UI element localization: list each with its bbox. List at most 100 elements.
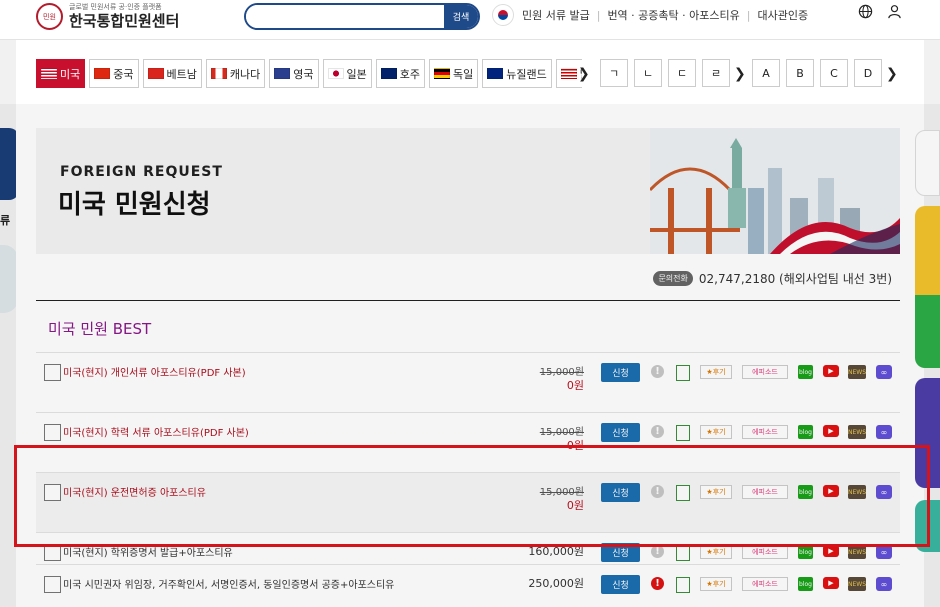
item-price: 0원 [566,379,584,392]
item-checkbox[interactable] [44,364,61,381]
episode-button[interactable]: 에피소드 [742,485,788,499]
nav-divider: | [596,8,601,22]
info-icon[interactable]: ! [651,485,664,498]
item-checkbox[interactable] [44,576,61,593]
link-icon[interactable]: ∞ [876,577,892,591]
letter-filter-g[interactable]: ㄱ [600,59,628,87]
youtube-icon[interactable]: ▶ [823,365,839,377]
news-icon[interactable]: NEWS [848,577,866,591]
letter-filter-c[interactable]: C [820,59,848,87]
search-input[interactable] [246,5,446,28]
item-checkbox[interactable] [44,424,61,441]
item-name[interactable]: 미국(현지) 운전면허증 아포스티유 [63,484,206,499]
germany-flag-icon [434,68,450,79]
best-list: 미국(현지) 개인서류 아포스티유(PDF 사본) 15,000원 0원 신청 … [36,352,900,594]
country-chip-usa[interactable]: 미국 [36,59,86,88]
item-checkbox[interactable] [44,544,61,561]
info-icon[interactable]: ! [651,365,664,378]
country-chip-australia[interactable]: 호주 [375,59,425,88]
apply-button[interactable]: 신청 [601,423,640,442]
episode-button[interactable]: 에피소드 [742,577,788,591]
document-search-icon[interactable] [676,545,690,561]
user-icon[interactable] [887,4,902,19]
item-checkbox[interactable] [44,484,61,501]
nav-embassy[interactable]: 대사관인증 [757,7,808,23]
episode-button[interactable]: 에피소드 [742,545,788,559]
country-chip-newzealand[interactable]: 뉴질랜드 [482,59,552,88]
review-button[interactable]: ★후기 [700,365,732,379]
document-search-icon[interactable] [676,485,690,501]
link-icon[interactable]: ∞ [876,485,892,499]
item-name[interactable]: 미국(현지) 학위증명서 발급+아포스티유 [63,544,233,559]
apply-button[interactable]: 신청 [601,483,640,502]
item-name[interactable]: 미국(현지) 학력 서류 아포스티유(PDF 사본) [63,424,249,439]
nav-translation-apostille[interactable]: 번역 · 공증촉탁 · 아포스티유 [607,7,739,23]
info-icon[interactable]: ! [651,577,664,590]
blog-icon[interactable]: blog [798,545,813,559]
youtube-icon[interactable]: ▶ [823,485,839,497]
letter-filter-n[interactable]: ㄴ [634,59,662,87]
country-next-arrow[interactable]: ❯ [578,66,590,82]
header-icons [858,4,902,19]
site-logo[interactable]: 민원 글로벌 민원서류 공·인증 플랫폼 한국통합민원센터 [36,3,179,30]
blog-icon[interactable]: blog [798,485,813,499]
country-chip-china[interactable]: 중국 [89,59,139,88]
search-button[interactable]: 검색 [444,5,478,28]
info-icon[interactable]: ! [651,425,664,438]
link-icon[interactable]: ∞ [876,545,892,559]
right-floating-bottom-banner[interactable] [915,500,940,552]
news-icon[interactable]: NEWS [848,365,866,379]
country-filter-bar: 미국 중국 베트남 캐나다 영국 일본 호주 독일 뉴질랜드 ❯ ㄱ ㄴ ㄷ ㄹ… [16,40,924,104]
episode-button[interactable]: 에피소드 [742,365,788,379]
episode-button[interactable]: 에피소드 [742,425,788,439]
blog-icon[interactable]: blog [798,365,813,379]
document-search-icon[interactable] [676,577,690,593]
review-button[interactable]: ★후기 [700,545,732,559]
link-icon[interactable]: ∞ [876,425,892,439]
news-icon[interactable]: NEWS [848,485,866,499]
review-button[interactable]: ★후기 [700,425,732,439]
letter-filter-d[interactable]: ㄷ [668,59,696,87]
youtube-icon[interactable]: ▶ [823,425,839,437]
country-chip-germany[interactable]: 독일 [429,59,479,88]
korean-letter-filter: ㄱ ㄴ ㄷ ㄹ [600,59,730,87]
item-price: 250,000원 [528,577,584,590]
malaysia-flag-icon [560,68,577,79]
item-name[interactable]: 미국 시민권자 위임장, 거주확인서, 서명인증서, 동일인증명서 공증+아포스… [63,576,394,591]
news-icon[interactable]: NEWS [848,425,866,439]
review-button[interactable]: ★후기 [700,485,732,499]
info-icon[interactable]: ! [651,545,664,558]
youtube-icon[interactable]: ▶ [823,577,839,589]
link-icon[interactable]: ∞ [876,365,892,379]
right-floating-promo-banner[interactable] [915,378,940,488]
apply-button[interactable]: 신청 [601,575,640,594]
right-floating-chat-banner[interactable] [915,206,940,368]
apply-button[interactable]: 신청 [601,363,640,382]
right-floating-panel[interactable] [915,130,940,196]
letter-filter-r[interactable]: ㄹ [702,59,730,87]
country-chip-vietnam[interactable]: 베트남 [142,59,202,88]
blog-icon[interactable]: blog [798,425,813,439]
review-button[interactable]: ★후기 [700,577,732,591]
letter-filter-d-latin[interactable]: D [854,59,882,87]
country-chip-japan[interactable]: 일본 [322,59,372,88]
list-item: 미국(현지) 개인서류 아포스티유(PDF 사본) 15,000원 0원 신청 … [36,352,900,412]
latin-letter-next-arrow[interactable]: ❯ [886,66,898,82]
news-icon[interactable]: NEWS [848,545,866,559]
letter-filter-a[interactable]: A [752,59,780,87]
list-item: 미국(현지) 학력 서류 아포스티유(PDF 사본) 15,000원 0원 신청… [36,412,900,472]
document-search-icon[interactable] [676,425,690,441]
country-chip-canada[interactable]: 캐나다 [205,59,266,88]
blog-icon[interactable]: blog [798,577,813,591]
document-search-icon[interactable] [676,365,690,381]
youtube-icon[interactable]: ▶ [823,545,839,557]
nav-divider: | [746,8,751,22]
nav-document-issue[interactable]: 민원 서류 발급 [522,7,590,23]
letter-filter-b[interactable]: B [786,59,814,87]
apply-button[interactable]: 신청 [601,543,640,562]
globe-icon[interactable] [858,4,873,19]
item-name[interactable]: 미국(현지) 개인서류 아포스티유(PDF 사본) [63,364,246,379]
korean-letter-next-arrow[interactable]: ❯ [734,66,746,82]
country-chip-uk[interactable]: 영국 [269,59,319,88]
item-price: 0원 [566,499,584,512]
